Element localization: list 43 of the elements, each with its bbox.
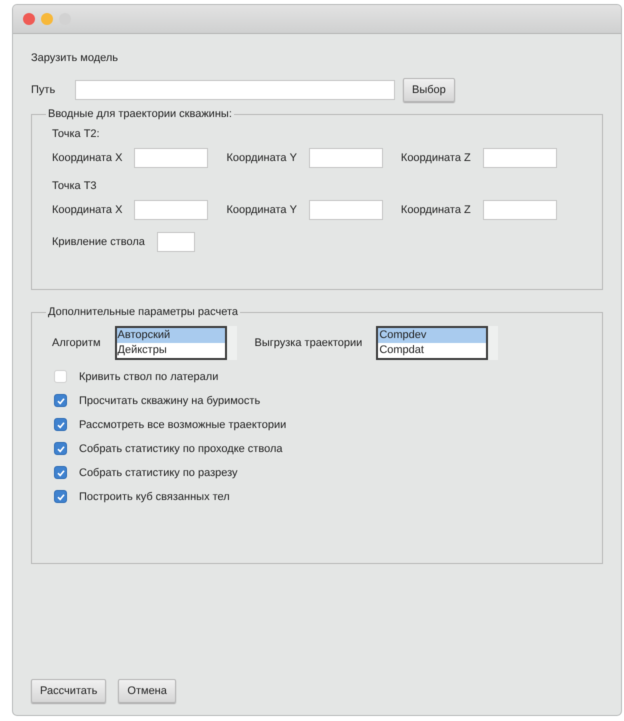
list-item[interactable]: Compdev	[378, 328, 486, 343]
field-label: Выгрузка траектории	[254, 337, 362, 349]
dialog-button[interactable]: Рассчитать	[31, 679, 106, 703]
coordinate-field[interactable]	[134, 148, 208, 168]
list-item[interactable]: Дейкстры	[116, 343, 225, 358]
checkbox-label: Построить куб связанных тел	[79, 490, 230, 502]
checkbox-label: Кривить ствол по латерали	[79, 370, 218, 382]
checkbox-label: Собрать статистику по разрезу	[79, 466, 238, 478]
minimize-icon[interactable]	[41, 13, 53, 25]
path-field[interactable]	[75, 80, 395, 100]
field-label: Кривление ствола	[52, 236, 145, 248]
checkbox-label: Рассмотреть все возможные траектории	[79, 418, 286, 430]
field-label: Координата Z	[400, 204, 471, 216]
browse-button[interactable]: Выбор	[403, 78, 455, 102]
coordinate-field[interactable]	[308, 200, 383, 220]
field-label: Координата X	[52, 204, 122, 216]
curvature-field[interactable]	[156, 232, 195, 252]
checkbox[interactable]	[54, 466, 67, 479]
checkbox-label: Собрать статистику по проходке ствола	[79, 442, 282, 454]
group-title: Вводные для траектории скважины:	[47, 108, 233, 120]
coordinate-field[interactable]	[482, 200, 557, 220]
checkbox[interactable]	[54, 418, 67, 431]
section-title: Зарузить модель	[31, 52, 120, 64]
checkbox[interactable]	[54, 394, 67, 407]
group-title: Дополнительные параметры расчета	[47, 306, 240, 318]
field-label: Координата Y	[226, 204, 297, 216]
field-label: Алгоритм	[52, 337, 101, 349]
dialog-button[interactable]: Отмена	[118, 679, 176, 703]
field-label: Координата Y	[226, 152, 297, 164]
field-label: Путь	[31, 84, 56, 96]
field-label: Координата X	[52, 152, 122, 164]
coordinate-field[interactable]	[308, 148, 383, 168]
coordinate-field[interactable]	[134, 200, 208, 220]
close-icon[interactable]	[23, 13, 35, 25]
point-title: Точка T3	[52, 180, 98, 192]
checkbox[interactable]	[54, 442, 67, 455]
coordinate-field[interactable]	[482, 148, 557, 168]
list-item[interactable]: Compdat	[378, 343, 486, 358]
list-item[interactable]: Авторский	[116, 328, 225, 343]
checkbox[interactable]	[54, 490, 67, 503]
point-title: Точка T2:	[52, 128, 101, 140]
checkbox-label: Просчитать скважину на буримость	[79, 394, 260, 406]
field-label: Координата Z	[400, 152, 471, 164]
